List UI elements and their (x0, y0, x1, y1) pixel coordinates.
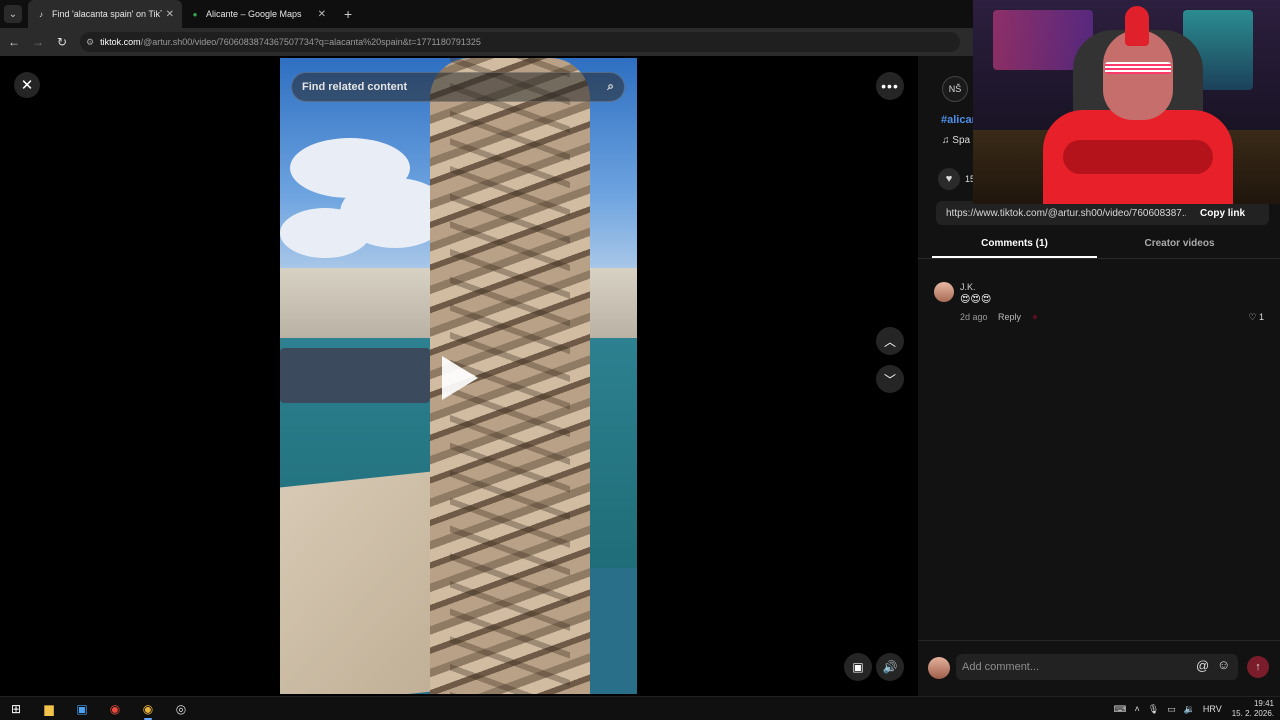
share-link-row: https://www.tiktok.com/@artur.sh00/video… (936, 201, 1269, 225)
network-icon[interactable]: ▭ (1167, 704, 1176, 715)
commenter-avatar[interactable] (934, 282, 954, 302)
panel-tabs: Comments (1) Creator videos (932, 234, 1262, 258)
webcam-overlay (973, 0, 1280, 204)
reload-icon[interactable]: ↻ (52, 35, 72, 49)
url-domain: tiktok.com (100, 37, 141, 47)
webcam-shutter-glasses (1105, 62, 1171, 74)
tab-title: Find 'alacanta spain' on TikTok (52, 9, 162, 19)
tab-close-icon[interactable]: ✕ (166, 9, 174, 20)
video-hashtag[interactable]: #alicar (941, 114, 976, 126)
comment-like-button[interactable]: ♡ 1 (1248, 312, 1264, 323)
browser-tab-tiktok[interactable]: ♪ Find 'alacanta spain' on TikTok ✕ (28, 0, 182, 28)
like-counter[interactable]: ♥ 15 (938, 168, 975, 190)
close-icon[interactable]: ✕ (14, 72, 40, 98)
copy-link-button[interactable]: Copy link (1200, 208, 1245, 219)
chevron-up-icon[interactable]: ︿ (876, 327, 904, 355)
author-avatar[interactable]: NŠ (942, 76, 968, 102)
browser-tab-maps[interactable]: ● Alicante – Google Maps ✕ (182, 0, 334, 28)
new-tab-button[interactable]: + (344, 6, 352, 22)
webcam-person-arms (1063, 140, 1213, 174)
mention-icon[interactable]: @ (1196, 658, 1209, 673)
video-player[interactable]: Find related content ⌕ (280, 58, 637, 694)
tab-close-icon[interactable]: ✕ (318, 9, 326, 20)
clock[interactable]: 19:41 15. 2. 2026. (1232, 699, 1274, 719)
microphone-icon[interactable]: 🎙 (1148, 704, 1159, 715)
chevron-down-icon[interactable]: ﹀ (876, 365, 904, 393)
search-icon[interactable]: ⌕ (607, 79, 614, 94)
related-search-placeholder: Find related content (302, 81, 408, 93)
related-search-input[interactable]: Find related content ⌕ (291, 72, 625, 102)
comment-meta: 2d ago Reply ✧ (960, 312, 1038, 322)
maps-pin-icon: ● (192, 9, 198, 19)
reply-button[interactable]: Reply (998, 312, 1021, 322)
comment-text: 😍😍😍 (960, 294, 992, 305)
play-icon[interactable] (442, 356, 478, 400)
site-info-icon[interactable]: ⚙ (86, 37, 94, 48)
file-explorer-icon[interactable]: ▆ (40, 700, 58, 718)
obs-icon[interactable]: ◎ (172, 700, 190, 718)
webcam-person-mohawk (1125, 6, 1149, 46)
tab-comments[interactable]: Comments (1) (932, 234, 1097, 258)
tiktok-icon: ♪ (39, 9, 43, 19)
forward-arrow-icon[interactable]: → (28, 35, 48, 49)
language-indicator[interactable]: HRV (1203, 704, 1222, 714)
keyboard-icon[interactable]: ⌨ (1113, 704, 1126, 715)
video-stage: ✕ Find related content ⌕ ••• ︿ ﹀ ▣ 🔊 (0, 56, 918, 696)
tab-search-button[interactable]: ⌄ (4, 5, 22, 23)
chrome-icon[interactable]: ◉ (139, 700, 157, 720)
tray-chevron-up-icon[interactable]: ˄ (1134, 704, 1139, 714)
clock-date: 15. 2. 2026. (1231, 709, 1274, 718)
send-comment-icon[interactable]: ↑ (1247, 656, 1269, 678)
heart-icon[interactable]: ♥ (938, 168, 960, 190)
more-options-icon[interactable]: ••• (876, 72, 904, 100)
commenter-name[interactable]: J.K. (960, 282, 976, 292)
comment-time: 2d ago (960, 312, 988, 322)
volume-icon[interactable]: 🔊 (876, 653, 904, 681)
tab-creator-videos[interactable]: Creator videos (1097, 234, 1262, 258)
speaker-icon[interactable]: 🔉 (1184, 704, 1195, 715)
heart-outline-icon: ♡ (1248, 312, 1257, 322)
chrome-profile-icon[interactable]: ◉ (106, 700, 124, 718)
address-bar[interactable]: ⚙ tiktok.com /@artur.sh00/video/76060838… (80, 32, 960, 52)
clock-time: 19:41 (1253, 699, 1274, 708)
system-tray: ⌨ ˄ 🎙 ▭ 🔉 HRV 19:41 15. 2. 2026. (1105, 697, 1274, 720)
video-frame-cloud (280, 208, 370, 258)
tabs-divider (918, 258, 1280, 259)
store-icon[interactable]: ▣ (73, 700, 91, 718)
comment-composer: Add comment... @ ☺ ↑ (918, 640, 1280, 696)
comment-like-count: 1 (1258, 312, 1264, 322)
tab-title: Alicante – Google Maps (206, 9, 302, 19)
share-link-url: https://www.tiktok.com/@artur.sh00/video… (946, 207, 1186, 219)
windows-start-icon[interactable]: ⊞ (7, 700, 25, 718)
url-path: /@artur.sh00/video/7606083874367507734?q… (140, 37, 481, 47)
user-avatar[interactable] (928, 657, 950, 679)
emoji-icon[interactable]: ☺ (1217, 657, 1230, 672)
back-arrow-icon[interactable]: ← (4, 35, 24, 49)
video-frame-boats (280, 348, 430, 403)
music-label[interactable]: ♫ Spa (942, 135, 970, 146)
creator-liked-icon: ✧ (1031, 313, 1039, 322)
floating-player-icon[interactable]: ▣ (844, 653, 872, 681)
taskbar: ⊞ ▆ ▣ ◉ ◉ ◎ ⌨ ˄ 🎙 ▭ 🔉 HRV 19:41 15. 2. 2… (0, 696, 1280, 720)
